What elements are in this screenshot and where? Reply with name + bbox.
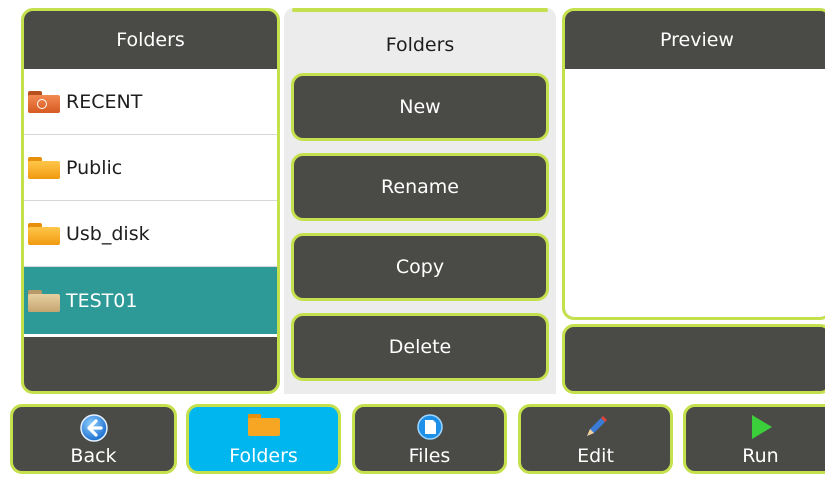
- pencil-icon: [582, 413, 610, 446]
- folder-icon: [28, 156, 60, 179]
- preview-panel: Preview: [562, 8, 825, 320]
- preview-area: [565, 69, 825, 317]
- back-label: Back: [70, 445, 117, 467]
- delete-button[interactable]: Delete: [291, 313, 549, 381]
- run-tab[interactable]: Run: [683, 404, 825, 474]
- panel-divider: [292, 8, 548, 12]
- run-tab-label: Run: [742, 445, 779, 467]
- rename-button[interactable]: Rename: [291, 153, 549, 221]
- back-arrow-icon: [79, 413, 109, 448]
- folders-panel: Folders RECENT Public Usb_disk TEST01: [21, 8, 280, 394]
- folder-item-usb-disk[interactable]: Usb_disk: [24, 201, 277, 267]
- file-icon: [416, 413, 444, 446]
- folders-tab[interactable]: Folders: [186, 404, 341, 474]
- folder-list: RECENT Public Usb_disk TEST01: [24, 69, 277, 337]
- folder-item-public[interactable]: Public: [24, 135, 277, 201]
- folder-name: RECENT: [66, 90, 143, 113]
- folder-icon: [28, 289, 60, 312]
- folder-name: Public: [66, 156, 123, 179]
- recent-folder-icon: [28, 90, 60, 113]
- files-tab[interactable]: Files: [352, 404, 507, 474]
- folder-icon: [28, 222, 60, 245]
- folder-name: Usb_disk: [66, 222, 150, 245]
- new-button[interactable]: New: [291, 73, 549, 141]
- play-icon: [747, 413, 775, 446]
- folders-panel-title: Folders: [116, 29, 185, 51]
- folder-name: TEST01: [66, 289, 138, 312]
- copy-button[interactable]: Copy: [291, 233, 549, 301]
- files-tab-label: Files: [408, 445, 451, 467]
- actions-panel-title: Folders: [385, 34, 455, 56]
- folders-tab-label: Folders: [229, 445, 298, 467]
- folder-actions-panel: Folders New Rename Copy Delete: [284, 8, 556, 394]
- preview-panel-title: Preview: [660, 29, 734, 51]
- edit-tab[interactable]: Edit: [518, 404, 673, 474]
- folder-item-test01[interactable]: TEST01: [24, 267, 277, 334]
- preview-info-box: [562, 324, 825, 394]
- folder-icon: [247, 413, 280, 442]
- folder-item-recent[interactable]: RECENT: [24, 69, 277, 135]
- edit-tab-label: Edit: [577, 445, 614, 467]
- back-button[interactable]: Back: [10, 404, 177, 474]
